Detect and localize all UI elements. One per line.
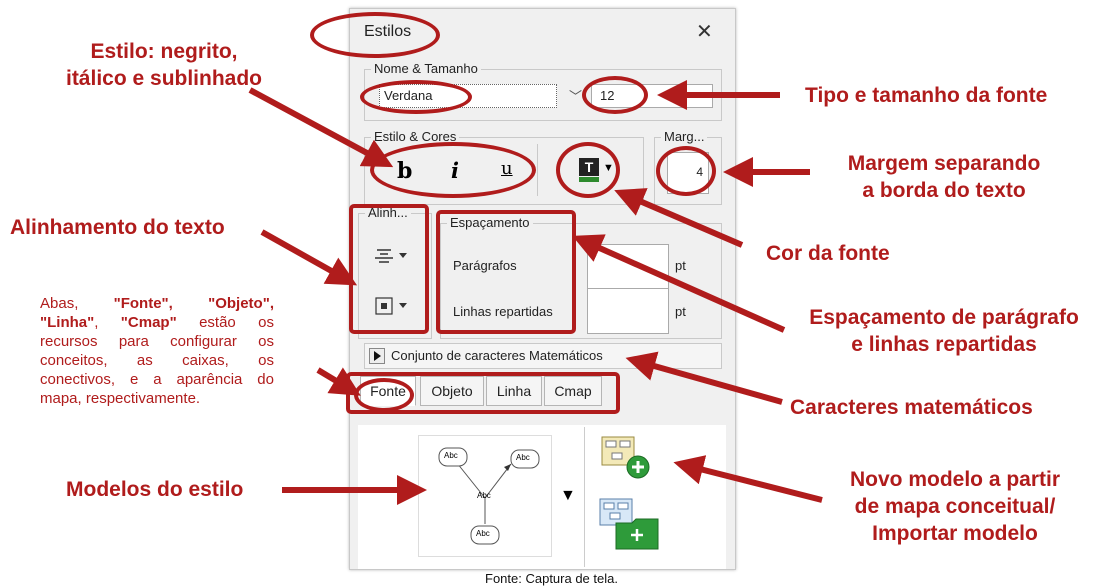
tabs-note-objeto: "Objeto", <box>208 295 274 312</box>
callout-templates: Modelos do estilo <box>66 478 244 501</box>
callout-margin: Margem separando a borda do texto <box>847 152 1041 202</box>
callout-font-color: Cor da fonte <box>766 242 890 265</box>
arrow-new-template <box>673 455 823 503</box>
callout-spacing: Espaçamento de parágrafo e linhas repart… <box>809 306 1079 356</box>
arrow-spacing <box>572 234 786 333</box>
tabs-note-cmap: "Cmap" <box>120 314 177 331</box>
tabs-note-fonte: "Fonte", <box>113 295 209 312</box>
callout-alignment: Alinhamento do texto <box>10 216 225 239</box>
callout-new-template: Novo modelo a partir de mapa conceitual/… <box>849 468 1061 545</box>
arrow-font-color <box>614 188 744 248</box>
callout-font-type-size: Tipo e tamanho da fonte <box>805 84 1048 107</box>
arrow-style <box>248 87 394 168</box>
callout-style: Estilo: negrito, itálico e sublinhado <box>65 40 263 90</box>
tabs-note-sep: , <box>94 314 121 331</box>
tabs-note: Abas, "Fonte", "Objeto", "Linha", "Cmap"… <box>40 294 274 408</box>
arrow-math <box>625 351 783 405</box>
callout-math: Caracteres matemáticos <box>790 396 1033 419</box>
tabs-note-prefix: Abas, <box>40 295 114 312</box>
figure-caption: Fonte: Captura de tela. <box>485 571 618 586</box>
arrow-tabs <box>316 367 361 396</box>
arrow-alignment <box>260 229 358 286</box>
tabs-note-linha: "Linha" <box>40 314 95 331</box>
